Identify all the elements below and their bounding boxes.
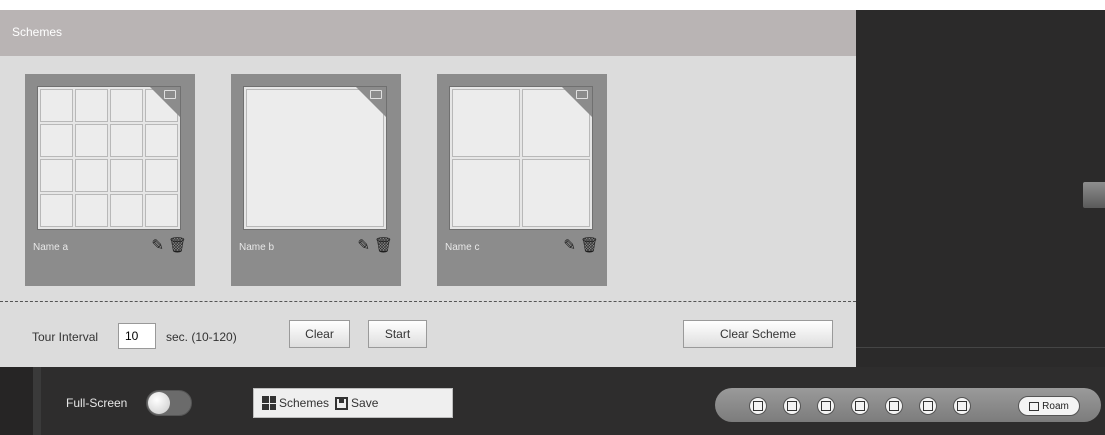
grid-icon bbox=[262, 396, 276, 410]
layout-4-split-button[interactable] bbox=[783, 397, 801, 415]
fullscreen-toggle[interactable] bbox=[146, 390, 192, 416]
scheme-name: Name c bbox=[445, 242, 480, 253]
window-restore-icon[interactable] bbox=[576, 90, 588, 99]
pencil-icon[interactable]: ✎ bbox=[563, 238, 576, 254]
scheme-card-c[interactable]: Name c ✎ 🗑 bbox=[437, 74, 607, 286]
scheme-card-a[interactable]: Name a ✎ 🗑 bbox=[25, 74, 195, 286]
custom-layout-icon bbox=[889, 401, 899, 411]
roam-icon bbox=[1029, 401, 1040, 411]
layout-1-split-button[interactable] bbox=[749, 397, 767, 415]
sixteen-split-icon bbox=[855, 401, 865, 411]
pencil-icon[interactable]: ✎ bbox=[357, 238, 370, 254]
four-split-icon bbox=[787, 401, 797, 411]
trash-icon[interactable]: 🗑 bbox=[168, 238, 187, 254]
bottom-toolbar: Full-Screen Schemes Save Roam bbox=[0, 367, 1105, 435]
nine-split-icon bbox=[821, 401, 831, 411]
custom-layout-icon bbox=[957, 401, 967, 411]
tour-interval-unit: sec. (10-120) bbox=[166, 330, 237, 344]
layout-custom-1-button[interactable] bbox=[885, 397, 903, 415]
video-preview-area bbox=[856, 10, 1105, 367]
tour-controls: Tour Interval sec. (10-120) Clear Start … bbox=[0, 302, 856, 367]
window-restore-icon[interactable] bbox=[370, 90, 382, 99]
divider bbox=[856, 347, 1105, 348]
trash-icon[interactable]: 🗑 bbox=[580, 238, 599, 254]
roam-button[interactable]: Roam bbox=[1018, 396, 1080, 416]
save-button[interactable]: Save bbox=[335, 396, 378, 410]
scheme-name: Name a bbox=[33, 242, 69, 253]
tour-interval-label: Tour Interval bbox=[32, 330, 99, 344]
panel-title: Schemes bbox=[12, 25, 63, 39]
toggle-knob bbox=[148, 392, 170, 414]
fullscreen-label: Full-Screen bbox=[66, 396, 128, 410]
top-strip bbox=[0, 0, 1105, 10]
side-expand-tab[interactable] bbox=[1083, 182, 1105, 208]
tour-interval-input[interactable] bbox=[118, 323, 156, 349]
scheme-thumbnail[interactable] bbox=[243, 86, 387, 230]
single-window-icon bbox=[753, 401, 763, 411]
scheme-name: Name b bbox=[239, 242, 275, 253]
layout-9-split-button[interactable] bbox=[817, 397, 835, 415]
layout-custom-3-button[interactable] bbox=[953, 397, 971, 415]
schemes-button-label: Schemes bbox=[279, 396, 330, 410]
schemes-button[interactable]: Schemes bbox=[262, 396, 329, 410]
roam-label: Roam bbox=[1042, 400, 1069, 412]
pencil-icon[interactable]: ✎ bbox=[151, 238, 164, 254]
schemes-panel: Schemes Name a ✎ 🗑 Name b ✎ 🗑 Name c ✎ 🗑… bbox=[0, 10, 856, 367]
custom-layout-icon bbox=[923, 401, 933, 411]
clear-button[interactable]: Clear bbox=[289, 320, 350, 348]
trash-icon[interactable]: 🗑 bbox=[374, 238, 393, 254]
panel-header: Schemes bbox=[0, 10, 856, 56]
layout-custom-2-button[interactable] bbox=[919, 397, 937, 415]
scheme-thumbnail[interactable] bbox=[449, 86, 593, 230]
layout-16-split-button[interactable] bbox=[851, 397, 869, 415]
start-button[interactable]: Start bbox=[368, 320, 427, 348]
schemes-save-group: Schemes Save bbox=[253, 388, 453, 418]
window-restore-icon[interactable] bbox=[164, 90, 176, 99]
scheme-card-b[interactable]: Name b ✎ 🗑 bbox=[231, 74, 401, 286]
save-button-label: Save bbox=[351, 396, 379, 410]
floppy-disk-icon bbox=[335, 396, 349, 410]
scheme-thumbnail[interactable] bbox=[37, 86, 181, 230]
clear-scheme-button[interactable]: Clear Scheme bbox=[683, 320, 833, 348]
layout-selector-bar: Roam bbox=[715, 388, 1101, 422]
